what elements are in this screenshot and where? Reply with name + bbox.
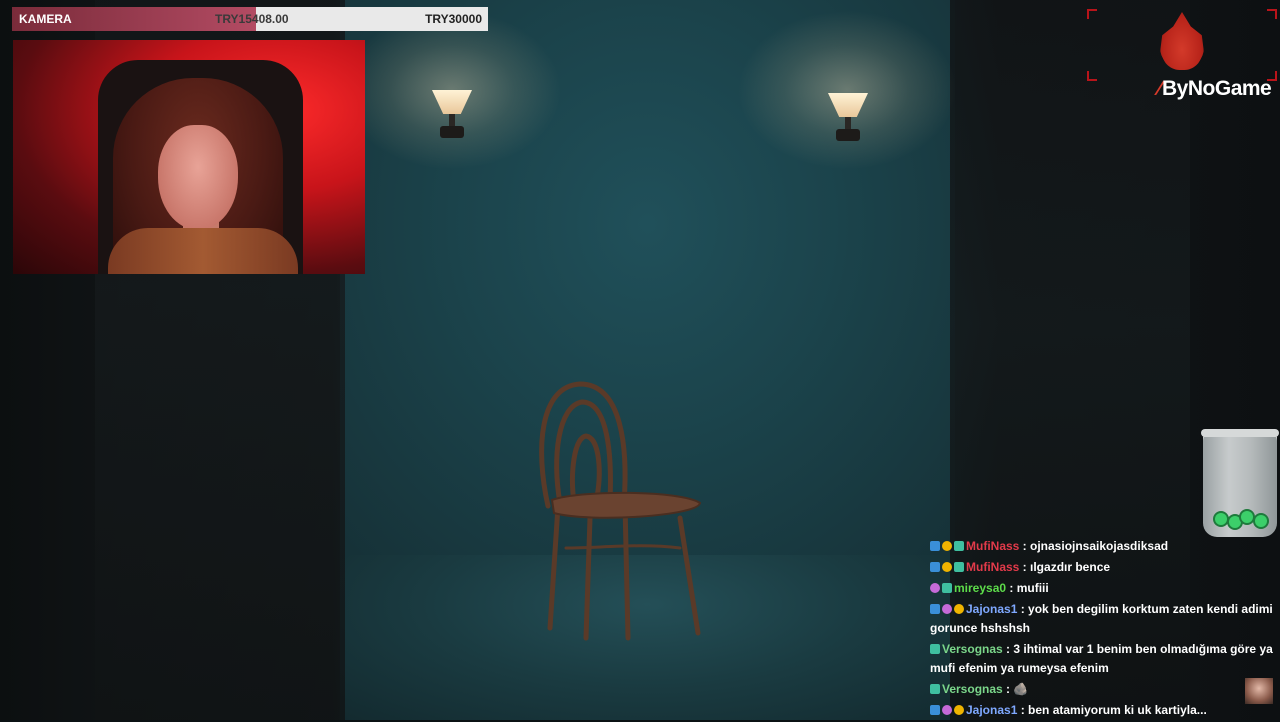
wall-lamp-left-icon (432, 90, 472, 150)
blue-badge-icon (930, 562, 940, 572)
tip-jar-icon (1201, 429, 1279, 537)
chat-username[interactable]: Versognas (942, 682, 1003, 696)
chat-username[interactable]: Jajonas1 (966, 703, 1017, 717)
webcam-feed (13, 40, 365, 274)
chat-message: MufiNass : ojnasiojnsaikojasdiksad (930, 537, 1275, 556)
chat-text: ojnasiojnsaikojasdiksad (1030, 539, 1169, 553)
gold-badge-icon (942, 562, 952, 572)
teal-badge-icon (954, 541, 964, 551)
pink-badge-icon (930, 583, 940, 593)
donation-goal-bar: KAMERA TRY15408.00 TRY30000 (12, 7, 488, 31)
chat-username[interactable]: MufiNass (966, 560, 1019, 574)
avatar (1245, 678, 1273, 704)
gold-badge-icon (954, 604, 964, 614)
brand-slash-icon: ⁄ (1158, 77, 1162, 100)
chat-text: mufiii (1016, 581, 1049, 595)
chat-message: mireysa0 : mufiii (930, 579, 1275, 598)
chat-message: Versognas : 3 ihtimal var 1 benim ben ol… (930, 642, 1273, 675)
teal-badge-icon (930, 644, 940, 654)
blue-badge-icon (930, 604, 940, 614)
teal-badge-icon (954, 562, 964, 572)
chair-icon (539, 381, 702, 641)
chat-username[interactable]: MufiNass (966, 539, 1019, 553)
chat-message: MufiNass : ılgazdır bence (930, 558, 1275, 577)
pink-badge-icon (942, 604, 952, 614)
brand-label: ByNoGame (1162, 77, 1272, 100)
chat-username[interactable]: Versognas (942, 642, 1003, 656)
wall-lamp-right-icon (828, 93, 868, 153)
teal-badge-icon (942, 583, 952, 593)
chat-message: Jajonas1 : ben atamiyorum ki uk kartiyla… (930, 701, 1275, 720)
brand-name: ⁄ByNoGame (1158, 77, 1272, 101)
donation-goal-amount: TRY30000 (425, 12, 482, 26)
chat-text: ben atamiyorum ki uk kartiyla... (1028, 703, 1207, 717)
blue-badge-icon (930, 541, 940, 551)
streamer-body (108, 228, 298, 274)
chat-message: Versognas : 🪨 (930, 680, 1275, 699)
teal-badge-icon (930, 684, 940, 694)
chat-overlay: MufiNass : ojnasiojnsaikojasdiksad MufiNa… (930, 537, 1275, 722)
gold-badge-icon (954, 705, 964, 715)
donation-goal-label: KAMERA (19, 12, 72, 26)
streamer-face (158, 125, 238, 230)
gold-badge-icon (942, 541, 952, 551)
pink-badge-icon (942, 705, 952, 715)
chat-message: Jajonas1 : yok ben degilim korktum zaten… (930, 602, 1273, 635)
chat-username[interactable]: Jajonas1 (966, 602, 1017, 616)
chat-text: ılgazdır bence (1030, 560, 1111, 574)
blue-badge-icon (930, 705, 940, 715)
chat-username[interactable]: mireysa0 (954, 581, 1006, 595)
donation-current-amount: TRY15408.00 (215, 12, 289, 26)
chat-text: 🪨 (1013, 682, 1029, 696)
